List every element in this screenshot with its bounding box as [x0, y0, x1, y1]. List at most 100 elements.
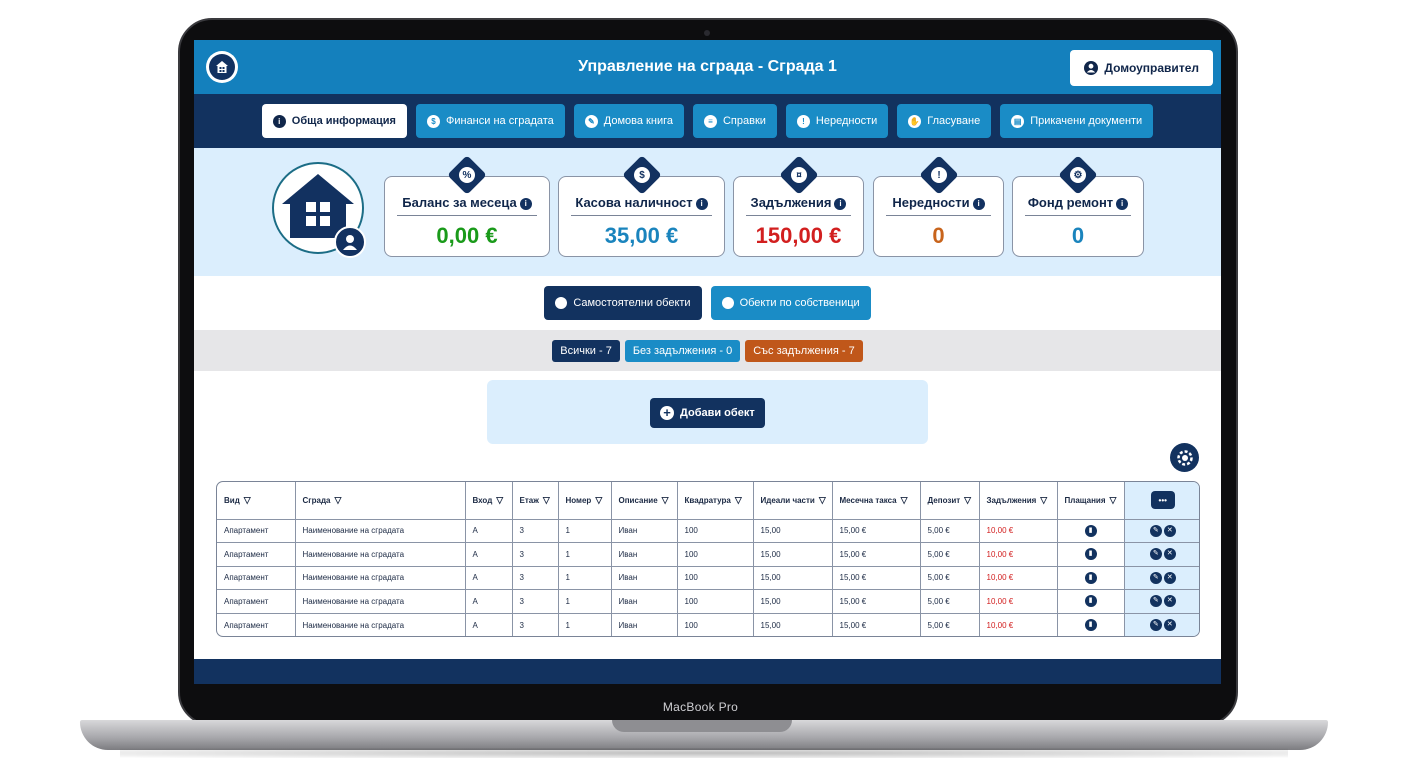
table-row: Апартамент Наименование на сградата А 3 1 Ива…: [217, 542, 1199, 567]
column-header-label: Плащания: [1064, 495, 1106, 505]
payments-chart-icon[interactable]: ▮: [1084, 548, 1097, 561]
table-cell: 15,00: [753, 589, 833, 614]
own-objects-button[interactable]: Самостоятелни обекти: [544, 286, 702, 320]
stat-value: 150,00 €: [755, 223, 842, 248]
filter-chip-1[interactable]: Всички - 7: [552, 339, 620, 362]
report-icon: ≡: [703, 114, 717, 128]
payments-chart-icon[interactable]: ▮: [1084, 571, 1097, 584]
table-cell: 15,00: [753, 519, 833, 543]
edit-pencil-icon[interactable]: ✎: [1149, 571, 1162, 584]
column-header[interactable]: Депозит ▽: [920, 482, 980, 520]
column-header[interactable]: Сграда ▽: [295, 482, 466, 520]
tab-label: Гласуване: [927, 115, 981, 127]
table-cell: Иван: [611, 566, 678, 590]
column-header[interactable]: Номер ▽: [558, 482, 612, 520]
table-cell: 10,00 €: [979, 566, 1058, 590]
delete-close-icon[interactable]: ✕: [1163, 524, 1176, 537]
house-icon: [216, 61, 228, 73]
delete-close-icon[interactable]: ✕: [1163, 595, 1176, 608]
payments-chart-icon[interactable]: ▮: [1084, 524, 1097, 537]
filter-funnel-icon[interactable]: ▽: [901, 495, 908, 506]
objects-table: Вид ▽ Сграда ▽ Вход ▽ Етаж ▽ Номер ▽ Описание ▽ Квад…: [216, 481, 1200, 637]
main-nav: i Обща информация $ Финанси на сградата ✎ Дом…: [194, 94, 1221, 148]
add-object-button[interactable]: + Добави обект: [650, 398, 765, 428]
filter-funnel-icon[interactable]: ▽: [1110, 495, 1117, 506]
home-logo[interactable]: [206, 51, 238, 83]
info-icon[interactable]: i: [695, 198, 708, 210]
filter-funnel-icon[interactable]: ▽: [595, 495, 602, 506]
tab-1[interactable]: i Обща информация: [261, 104, 407, 138]
stat-label: Баланс за месеца i: [397, 194, 537, 216]
table-settings-button[interactable]: [1170, 443, 1199, 472]
table-cell: Иван: [611, 542, 678, 567]
stat-label-text: Касова наличност: [575, 195, 693, 210]
delete-close-icon[interactable]: ✕: [1163, 571, 1176, 584]
column-header[interactable]: Идеали части ▽: [753, 482, 833, 520]
column-header[interactable]: Етаж ▽: [512, 482, 559, 520]
table-cell: Апартамент: [217, 589, 296, 614]
repair-gear-icon: ⚙: [1070, 167, 1086, 183]
user-role-button[interactable]: Домоуправител: [1070, 50, 1213, 86]
filter-chip-3[interactable]: Със задължения - 7: [745, 339, 863, 362]
stat-label: Нередности i: [886, 194, 991, 216]
column-header[interactable]: Описание ▽: [611, 482, 678, 520]
column-header-label: Задължения: [986, 495, 1037, 505]
column-header[interactable]: Плащания ▽: [1057, 482, 1125, 520]
info-icon[interactable]: i: [519, 198, 532, 210]
column-header-label: Депозит: [927, 495, 961, 505]
filter-chip-2[interactable]: Без задължения - 0: [624, 339, 741, 362]
filter-funnel-icon[interactable]: ▽: [662, 495, 669, 506]
delete-close-icon[interactable]: ✕: [1163, 548, 1176, 561]
stat-badge: ⚙: [1058, 155, 1098, 195]
filter-funnel-icon[interactable]: ▽: [244, 495, 251, 506]
actions-cell: ✎ ✕: [1124, 566, 1199, 590]
actions-cell: ✎ ✕: [1124, 613, 1199, 636]
column-header[interactable]: Вид ▽: [217, 482, 296, 520]
tab-label: Прикачени документи: [1030, 115, 1143, 127]
edit-pencil-icon[interactable]: ✎: [1149, 595, 1162, 608]
by-owner-button[interactable]: Обекти по собственици: [710, 286, 871, 320]
tab-7[interactable]: ▤ Прикачени документи: [1000, 104, 1154, 138]
table-header-row: Вид ▽ Сграда ▽ Вход ▽ Етаж ▽ Номер ▽ Описание ▽ Квад…: [217, 482, 1199, 520]
gear-icon: [1176, 449, 1193, 466]
filter-funnel-icon[interactable]: ▽: [735, 495, 742, 506]
payments-chart-icon[interactable]: ▮: [1084, 595, 1097, 608]
filter-funnel-icon[interactable]: ▽: [496, 495, 503, 506]
column-header[interactable]: Квадратура ▽: [677, 482, 754, 520]
laptop-mockup: MacBook Pro Управление на сграда - Сград…: [0, 0, 1401, 776]
column-header[interactable]: Месечна такса ▽: [832, 482, 921, 520]
tab-4[interactable]: ≡ Справки: [692, 104, 777, 138]
stat-card: % Баланс за месеца i 0,00 €: [384, 155, 550, 257]
edit-pencil-icon[interactable]: ✎: [1149, 548, 1162, 561]
table-cell: 15,00: [753, 542, 833, 567]
info-icon[interactable]: i: [972, 198, 985, 210]
column-header[interactable]: Вход ▽: [465, 482, 513, 520]
filter-bar: Всички - 7 Без задължения - 0 Със задължен…: [194, 330, 1221, 371]
filter-funnel-icon[interactable]: ▽: [1040, 495, 1047, 506]
payments-cell: ▮: [1057, 519, 1125, 543]
table-row: Апартамент Наименование на сградата А 3 1 Ива…: [217, 566, 1199, 590]
filter-funnel-icon[interactable]: ▽: [819, 495, 826, 506]
info-icon[interactable]: i: [834, 198, 847, 210]
table-cell: 5,00 €: [920, 542, 980, 567]
dollar-icon: $: [633, 167, 650, 183]
tab-6[interactable]: ✋ Гласуване: [897, 104, 992, 138]
table-cell: 5,00 €: [920, 613, 980, 636]
column-header[interactable]: Задължения ▽: [979, 482, 1058, 520]
info-icon[interactable]: i: [1116, 198, 1129, 210]
tab-label: Справки: [722, 115, 766, 127]
payments-chart-icon[interactable]: ▮: [1084, 619, 1097, 631]
filter-funnel-icon[interactable]: ▽: [964, 495, 971, 506]
filter-funnel-icon[interactable]: ▽: [334, 495, 341, 506]
tab-3[interactable]: ✎ Домова книга: [573, 104, 684, 138]
percent-icon: %: [459, 167, 475, 183]
user-icon: [1084, 61, 1099, 75]
table-cell: 3: [512, 519, 559, 543]
tab-5[interactable]: ! Нередности: [785, 104, 889, 138]
edit-pencil-icon[interactable]: ✎: [1149, 619, 1162, 631]
delete-close-icon[interactable]: ✕: [1163, 619, 1176, 631]
comments-header[interactable]: •••: [1124, 482, 1199, 520]
edit-pencil-icon[interactable]: ✎: [1149, 524, 1162, 537]
tab-2[interactable]: $ Финанси на сградата: [415, 104, 565, 138]
filter-funnel-icon[interactable]: ▽: [543, 495, 550, 506]
